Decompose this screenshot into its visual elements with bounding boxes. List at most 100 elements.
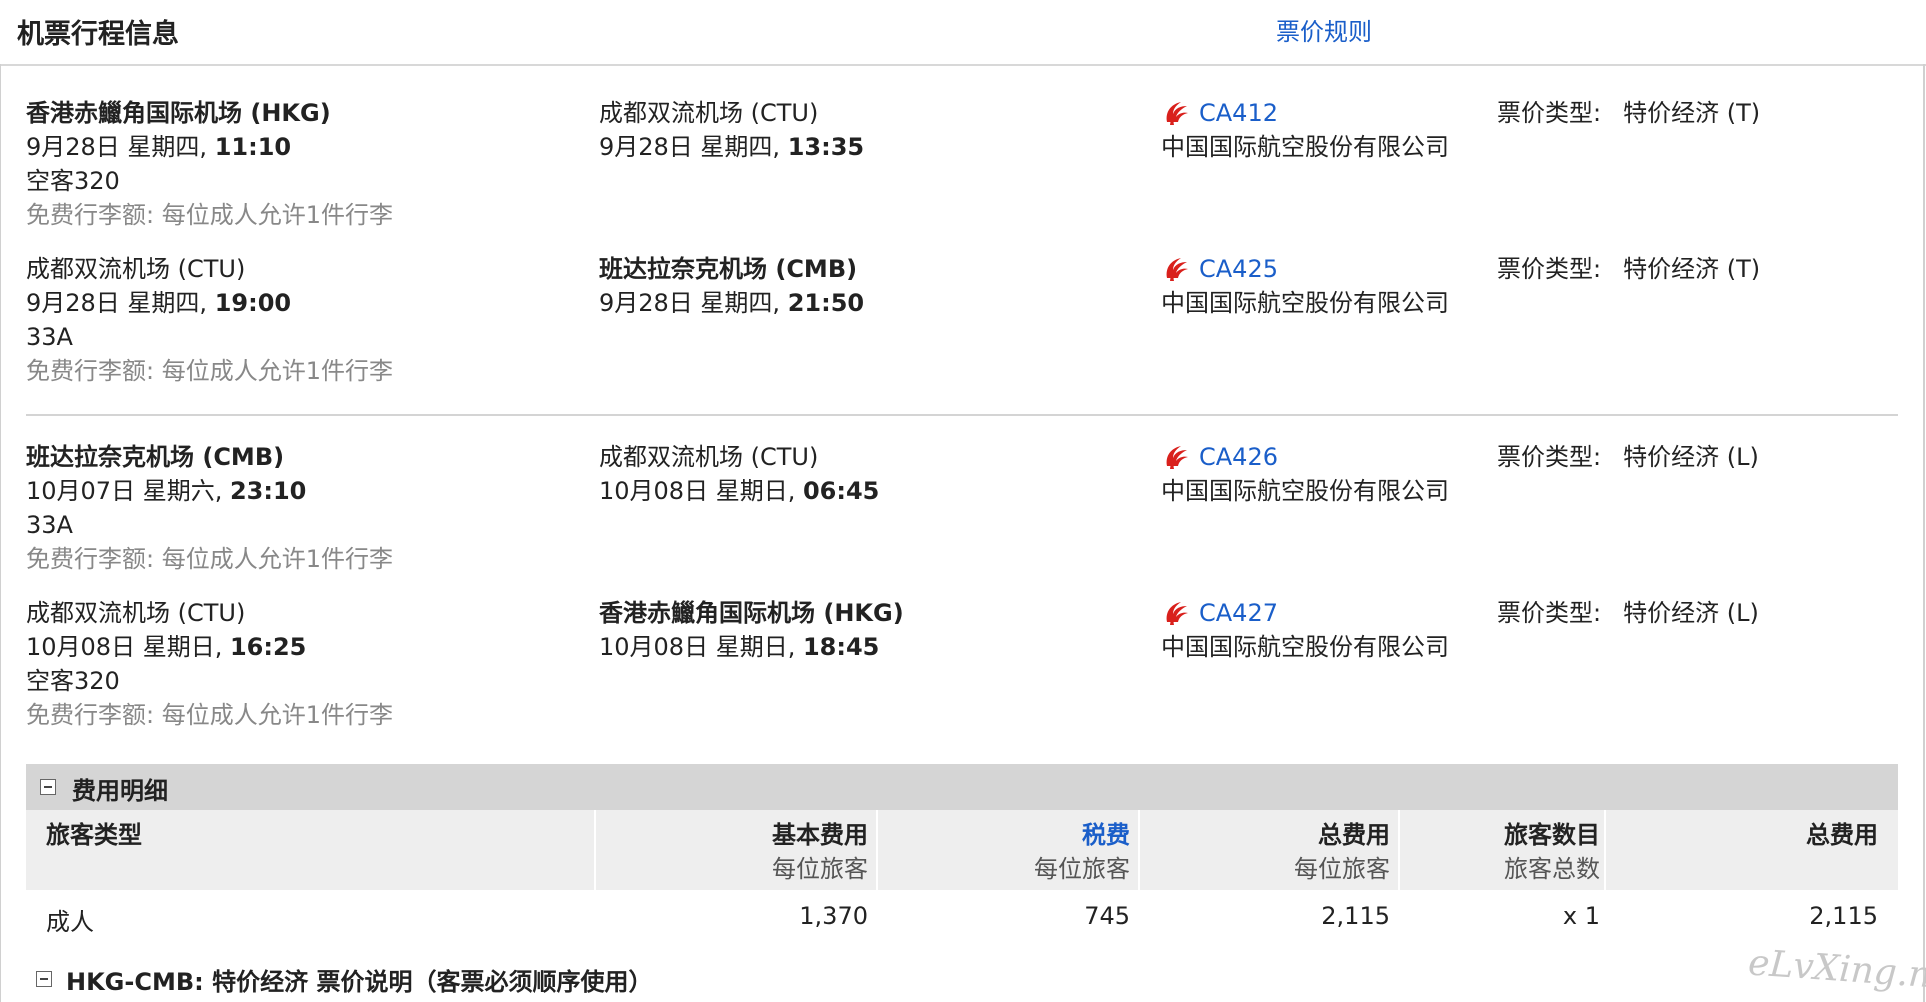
arrival-date: 9月28日 星期四, <box>599 133 788 161</box>
table-row: 成人 1,370 745 2,115 x 1 2,115 <box>26 890 1898 950</box>
departure-info: 班达拉奈克机场 (CMB) 10月07日 星期六, 23:10 33A 免费行李… <box>26 440 393 576</box>
arrival-airport: 班达拉奈克机场 (CMB) <box>599 255 858 283</box>
fare-type-value: 特价经济 (T) <box>1623 99 1761 127</box>
cost-details-header[interactable]: 费用明细 <box>26 764 1898 810</box>
arrival-airport: 成都双流机场 (CTU) <box>599 443 819 471</box>
col-tax-sub: 每位旅客 <box>1034 855 1130 883</box>
arrival-airport: 香港赤鱲角国际机场 (HKG) <box>599 599 904 627</box>
arrival-datetime: 9月28日 星期四, 13:35 <box>599 130 864 164</box>
departure-date: 10月07日 星期六, <box>26 477 230 505</box>
flight-number-link[interactable]: CA412 <box>1199 96 1278 130</box>
departure-time: 11:10 <box>214 133 292 161</box>
baggage-allowance: 免费行李额: 每位成人允许1件行李 <box>26 201 393 229</box>
arrival-datetime: 10月08日 星期日, 18:45 <box>599 630 904 664</box>
arrival-time: 06:45 <box>802 477 880 505</box>
flight-segment: 成都双流机场 (CTU) 9月28日 星期四, 19:00 33A 免费行李额:… <box>0 252 1926 408</box>
col-base-fare-sub: 每位旅客 <box>772 855 868 883</box>
departure-date: 9月28日 星期四, <box>26 133 215 161</box>
aircraft-type: 33A <box>26 511 73 539</box>
col-base-fare: 基本费用 每位旅客 <box>596 810 868 890</box>
departure-datetime: 9月28日 星期四, 19:00 <box>26 286 393 320</box>
col-total: 总费用 <box>1806 821 1878 849</box>
flight-number-link[interactable]: CA426 <box>1199 440 1278 474</box>
flight-segment: 香港赤鱲角国际机场 (HKG) 9月28日 星期四, 11:10 空客320 免… <box>0 96 1926 252</box>
arrival-time: 21:50 <box>787 289 865 317</box>
baggage-allowance: 免费行李额: 每位成人允许1件行李 <box>26 701 393 729</box>
arrival-info: 香港赤鱲角国际机场 (HKG) 10月08日 星期日, 18:45 <box>599 596 904 664</box>
air-china-logo-icon <box>1166 602 1188 625</box>
aircraft-type: 空客320 <box>26 667 120 695</box>
flight-info: CA412 中国国际航空股份有限公司 <box>1161 96 1449 164</box>
fare-type: 票价类型: 特价经济 (T) <box>1497 96 1760 130</box>
row-total-per: 2,115 <box>1321 902 1390 930</box>
flight-segment: 成都双流机场 (CTU) 10月08日 星期日, 16:25 空客320 免费行… <box>0 596 1926 752</box>
fare-note-header[interactable]: HKG-CMB: 特价经济 票价说明（客票必须顺序使用） <box>26 962 1898 1002</box>
fare-type-label: 票价类型: <box>1497 255 1602 283</box>
departure-airport: 香港赤鱲角国际机场 (HKG) <box>26 99 331 127</box>
aircraft-type: 空客320 <box>26 167 120 195</box>
row-passenger-type: 成人 <box>46 908 94 936</box>
airline-name: 中国国际航空股份有限公司 <box>1161 133 1449 161</box>
fare-note-title: HKG-CMB: 特价经济 票价说明（客票必须顺序使用） <box>66 968 653 996</box>
fare-type-label: 票价类型: <box>1497 443 1602 471</box>
fare-type-label: 票价类型: <box>1497 599 1602 627</box>
tax-link[interactable]: 税费 <box>878 818 1130 852</box>
fare-rules-link[interactable]: 票价规则 <box>1276 12 1372 47</box>
fare-type-value: 特价经济 (L) <box>1623 443 1759 471</box>
fare-type: 票价类型: 特价经济 (L) <box>1497 440 1759 474</box>
collapse-icon[interactable] <box>36 971 52 987</box>
col-total-per: 总费用 每位旅客 <box>1140 810 1390 890</box>
journey-divider <box>26 414 1898 416</box>
baggage-allowance: 免费行李额: 每位成人允许1件行李 <box>26 545 393 573</box>
air-china-logo-icon <box>1166 446 1188 469</box>
cost-details-title: 费用明细 <box>72 777 168 805</box>
air-china-logo-icon <box>1166 258 1188 281</box>
row-tax: 745 <box>1084 902 1130 930</box>
col-tax: 税费 每位旅客 <box>878 810 1130 890</box>
arrival-airport: 成都双流机场 (CTU) <box>599 99 819 127</box>
page-header: 机票行程信息 票价规则 <box>0 0 1926 66</box>
fare-type-value: 特价经济 (L) <box>1623 599 1759 627</box>
departure-info: 香港赤鱲角国际机场 (HKG) 9月28日 星期四, 11:10 空客320 免… <box>26 96 393 232</box>
departure-datetime: 10月07日 星期六, 23:10 <box>26 474 393 508</box>
flight-info: CA425 中国国际航空股份有限公司 <box>1161 252 1449 320</box>
col-count-title: 旅客数目 <box>1504 821 1600 849</box>
row-passenger-count: x 1 <box>1562 902 1600 930</box>
flight-info: CA427 中国国际航空股份有限公司 <box>1161 596 1449 664</box>
arrival-datetime: 9月28日 星期四, 21:50 <box>599 286 864 320</box>
departure-date: 10月08日 星期日, <box>26 633 230 661</box>
fare-type: 票价类型: 特价经济 (T) <box>1497 252 1760 286</box>
departure-info: 成都双流机场 (CTU) 10月08日 星期日, 16:25 空客320 免费行… <box>26 596 393 732</box>
arrival-datetime: 10月08日 星期日, 06:45 <box>599 474 879 508</box>
departure-date: 9月28日 星期四, <box>26 289 215 317</box>
col-base-fare-title: 基本费用 <box>772 821 868 849</box>
cost-table-header: 旅客类型 基本费用 每位旅客 税费 每位旅客 总费用 每位旅客 旅客数目 旅客总… <box>26 810 1898 890</box>
airline-name: 中国国际航空股份有限公司 <box>1161 477 1449 505</box>
arrival-time: 18:45 <box>802 633 880 661</box>
departure-datetime: 10月08日 星期日, 16:25 <box>26 630 393 664</box>
fare-type-value: 特价经济 (T) <box>1623 255 1761 283</box>
arrival-date: 10月08日 星期日, <box>599 633 803 661</box>
page-title: 机票行程信息 <box>17 19 179 50</box>
departure-airport: 成都双流机场 (CTU) <box>26 599 246 627</box>
col-count-sub: 旅客总数 <box>1504 855 1600 883</box>
arrival-info: 成都双流机场 (CTU) 10月08日 星期日, 06:45 <box>599 440 879 508</box>
collapse-icon[interactable] <box>40 779 56 795</box>
arrival-time: 13:35 <box>787 133 865 161</box>
departure-airport: 成都双流机场 (CTU) <box>26 255 246 283</box>
col-passenger-type: 旅客类型 <box>46 821 142 849</box>
arrival-info: 成都双流机场 (CTU) 9月28日 星期四, 13:35 <box>599 96 864 164</box>
aircraft-type: 33A <box>26 323 73 351</box>
departure-datetime: 9月28日 星期四, 11:10 <box>26 130 393 164</box>
col-total-per-title: 总费用 <box>1318 821 1390 849</box>
airline-name: 中国国际航空股份有限公司 <box>1161 289 1449 317</box>
row-base-fare: 1,370 <box>799 902 868 930</box>
flight-number-link[interactable]: CA427 <box>1199 596 1278 630</box>
baggage-allowance: 免费行李额: 每位成人允许1件行李 <box>26 357 393 385</box>
departure-info: 成都双流机场 (CTU) 9月28日 星期四, 19:00 33A 免费行李额:… <box>26 252 393 388</box>
col-passenger-count: 旅客数目 旅客总数 <box>1400 810 1600 890</box>
departure-time: 16:25 <box>229 633 307 661</box>
fare-type-label: 票价类型: <box>1497 99 1602 127</box>
flight-number-link[interactable]: CA425 <box>1199 252 1278 286</box>
departure-airport: 班达拉奈克机场 (CMB) <box>26 443 285 471</box>
